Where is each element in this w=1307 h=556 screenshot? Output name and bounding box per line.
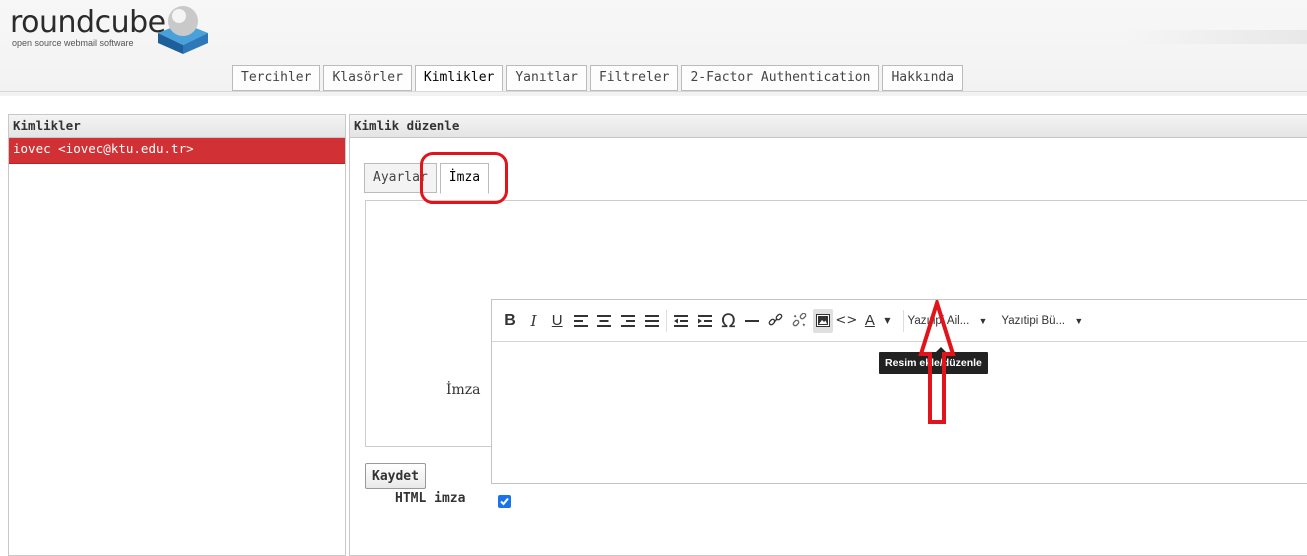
- tabs-divider: [0, 91, 1307, 92]
- toolbar-separator: [902, 309, 904, 332]
- tab-2fa[interactable]: 2-Factor Authentication: [681, 65, 880, 91]
- underline-icon[interactable]: U: [547, 309, 567, 333]
- indent-icon[interactable]: [695, 309, 715, 333]
- tab-kimlikler[interactable]: Kimlikler: [414, 65, 504, 92]
- link-icon[interactable]: [766, 309, 786, 333]
- annotation-arrow: [918, 300, 956, 424]
- identities-panel-title: Kimlikler: [9, 115, 345, 138]
- header-shade: [1127, 30, 1307, 44]
- chevron-down-icon: ▼: [1074, 315, 1084, 326]
- font-size-label: Yazıtipi Bü...: [1001, 314, 1066, 327]
- image-icon[interactable]: [812, 308, 833, 333]
- edit-identity-title: Kimlik düzenle: [350, 115, 1307, 138]
- subtab-imza[interactable]: İmza: [439, 163, 490, 194]
- roundcube-logo-icon: [158, 6, 208, 54]
- toolbar-separator: [666, 309, 668, 332]
- identity-subtabs: Ayarlar İmza: [364, 163, 492, 194]
- logo-text: roundcube: [10, 5, 166, 40]
- horizontal-rule-icon[interactable]: [742, 309, 762, 333]
- bold-icon[interactable]: B: [500, 309, 520, 333]
- italic-icon[interactable]: I: [524, 309, 544, 333]
- unlink-icon[interactable]: [789, 309, 809, 333]
- html-signature-checkbox[interactable]: [498, 495, 511, 508]
- tab-klasorler[interactable]: Klasörler: [323, 65, 412, 91]
- source-code-icon[interactable]: <>: [835, 309, 857, 333]
- text-color-icon[interactable]: A: [860, 309, 880, 333]
- align-justify-icon[interactable]: [642, 309, 662, 333]
- align-right-icon[interactable]: [618, 309, 638, 333]
- save-button[interactable]: Kaydet: [365, 463, 426, 489]
- signature-label: İmza: [446, 382, 481, 398]
- editor-toolbar: B I U Ω <> A ▼ Yazıtipi Ail... ▼ Yazıtip…: [492, 300, 1307, 342]
- align-left-icon[interactable]: [571, 309, 591, 333]
- tab-tercihler[interactable]: Tercihler: [232, 65, 321, 91]
- tab-yanitlar[interactable]: Yanıtlar: [506, 65, 587, 91]
- identity-list-item[interactable]: iovec <iovec@ktu.edu.tr>: [9, 138, 345, 164]
- tab-filtreler[interactable]: Filtreler: [589, 65, 679, 91]
- chevron-down-icon: ▼: [978, 315, 988, 326]
- outdent-icon[interactable]: [671, 309, 691, 333]
- settings-tabs: Tercihler Klasörler Kimlikler Yanıtlar F…: [232, 65, 966, 92]
- special-char-icon[interactable]: Ω: [718, 309, 738, 333]
- chevron-down-icon[interactable]: ▼: [884, 309, 892, 333]
- tab-hakkinda[interactable]: Hakkında: [882, 65, 964, 91]
- align-center-icon[interactable]: [594, 309, 614, 333]
- signature-editor[interactable]: B I U Ω <> A ▼ Yazıtipi Ail... ▼ Yazıtip…: [491, 299, 1307, 484]
- identities-panel: Kimlikler iovec <iovec@ktu.edu.tr>: [8, 114, 346, 556]
- edit-identity-panel: Kimlik düzenle İmza B I U Ω <> A ▼ Yazıt…: [349, 114, 1307, 556]
- logo[interactable]: roundcube open source webmail software: [10, 5, 166, 49]
- font-size-select[interactable]: Yazıtipi Bü... ▼: [1001, 315, 1083, 327]
- subtab-ayarlar[interactable]: Ayarlar: [364, 163, 437, 193]
- html-signature-label: HTML imza: [395, 491, 466, 506]
- signature-tab-content: İmza B I U Ω <> A ▼ Yazıtipi Ail... ▼ Ya…: [365, 200, 1307, 508]
